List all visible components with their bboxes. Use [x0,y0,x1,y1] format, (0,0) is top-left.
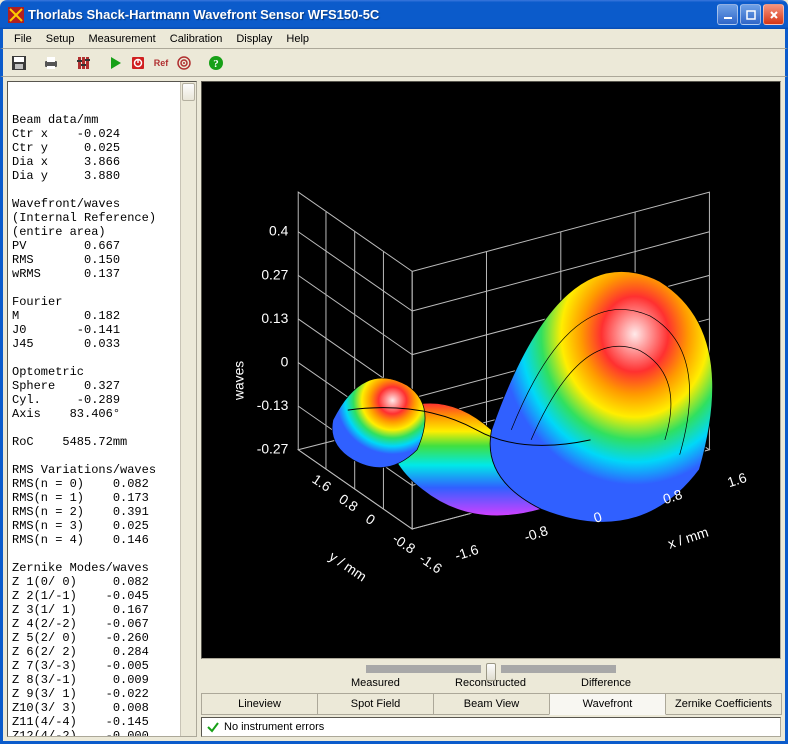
tab-spotfield[interactable]: Spot Field [317,693,434,715]
slider-label-measured: Measured [351,677,400,689]
view-tabs: Lineview Spot Field Beam View Wavefront … [201,693,781,715]
left-scrollbar[interactable] [180,82,196,736]
ztick: 0.13 [261,309,288,325]
menu-measurement[interactable]: Measurement [81,31,162,47]
ztick: -0.13 [256,397,288,413]
run-icon[interactable] [105,53,125,73]
svg-text:?: ? [213,58,219,70]
ztick: 0.27 [261,266,288,282]
save-icon[interactable] [9,53,29,73]
minimize-button[interactable] [717,4,738,25]
tab-beamview[interactable]: Beam View [433,693,550,715]
menu-calibration[interactable]: Calibration [163,31,230,47]
ytick: 0.8 [336,490,361,514]
xtick: -0.8 [522,522,550,545]
ytick: 1.6 [309,470,334,494]
y-axis-label: y / mm [326,547,369,584]
settings-icon[interactable] [73,53,93,73]
ztick: 0.4 [269,222,289,238]
menu-display[interactable]: Display [229,31,279,47]
slider-label-difference: Difference [581,677,631,689]
xtick: -1.6 [452,540,480,563]
help-icon[interactable]: ? [206,53,226,73]
content-area: Beam data/mm Ctr x -0.024 Ctr y 0.025 Di… [0,77,788,744]
view-slider-group: Measured Reconstructed Difference [201,661,781,691]
menu-help[interactable]: Help [279,31,316,47]
title-bar: Thorlabs Shack-Hartmann Wavefront Sensor… [0,0,788,29]
right-panel: -0.27 -0.13 0 0.13 0.27 0.4 waves 1.6 0.… [201,81,781,737]
ytick: -1.6 [416,549,445,576]
close-button[interactable] [763,4,784,25]
ytick: -0.8 [389,530,418,557]
plot-svg: -0.27 -0.13 0 0.13 0.27 0.4 waves 1.6 0.… [214,94,769,647]
window-buttons [717,4,784,25]
target-icon[interactable] [174,53,194,73]
menu-setup[interactable]: Setup [39,31,82,47]
menu-file[interactable]: File [7,31,39,47]
maximize-button[interactable] [740,4,761,25]
xtick: 1.6 [725,469,749,490]
print-icon[interactable] [41,53,61,73]
view-slider[interactable] [366,663,616,675]
ztick: -0.27 [256,440,288,456]
scrollbar-thumb[interactable] [182,83,195,101]
wavefront-3d-plot[interactable]: -0.27 -0.13 0 0.13 0.27 0.4 waves 1.6 0.… [201,81,781,659]
data-panel: Beam data/mm Ctr x -0.024 Ctr y 0.025 Di… [7,81,197,737]
ytick: 0 [362,510,378,528]
ref-icon[interactable]: Ref [151,53,171,73]
window-title: Thorlabs Shack-Hartmann Wavefront Sensor… [28,7,717,22]
app-icon [8,7,24,23]
status-ok-icon [206,720,220,734]
menu-bar: File Setup Measurement Calibration Displ… [0,29,788,49]
status-bar: No instrument errors [201,717,781,737]
x-axis-label: x / mm [665,523,709,551]
status-text: No instrument errors [224,721,324,733]
tab-lineview[interactable]: Lineview [201,693,318,715]
toolbar: Ref ? [0,49,788,77]
slider-thumb[interactable] [486,663,496,681]
stop-icon[interactable] [128,53,148,73]
tab-zernike[interactable]: Zernike Coefficients [665,693,782,715]
z-axis-label: waves [230,360,246,400]
ztick: 0 [280,353,288,369]
tab-wavefront[interactable]: Wavefront [549,693,666,715]
